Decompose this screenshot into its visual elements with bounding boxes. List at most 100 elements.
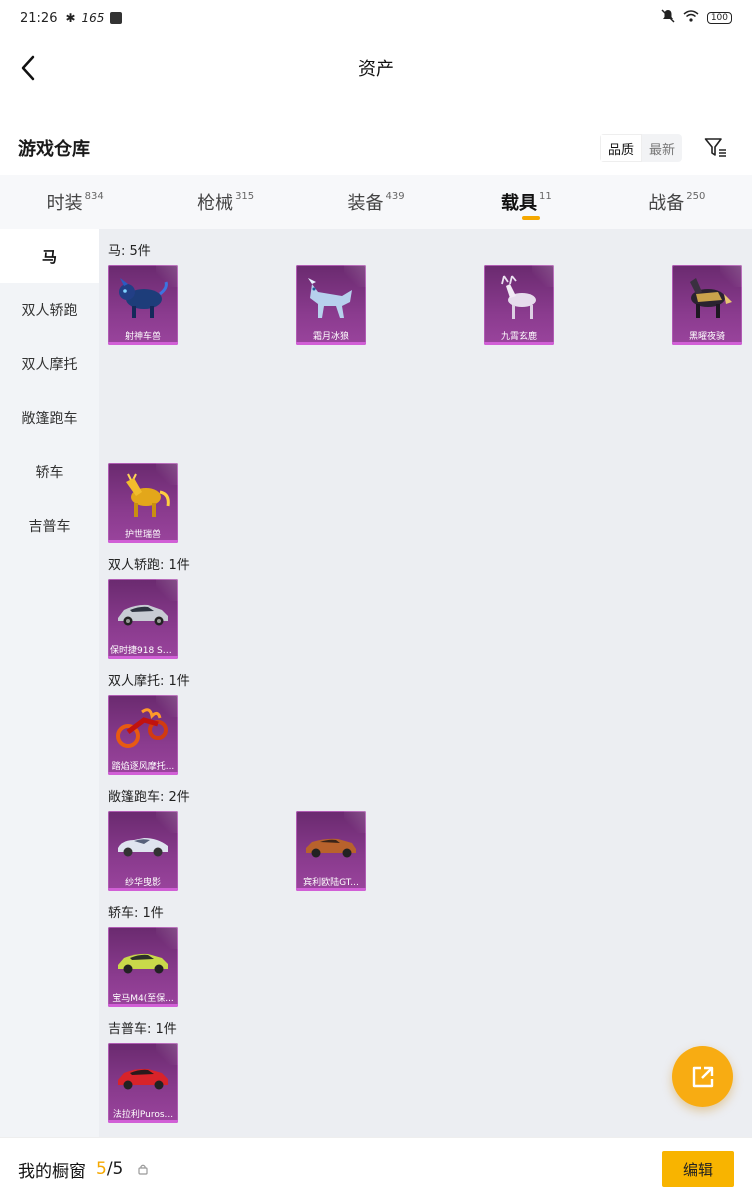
lock-icon xyxy=(137,1163,149,1175)
vehicle-art xyxy=(114,1049,172,1101)
item-card[interactable]: 宾利欧陆GT... xyxy=(296,811,366,891)
item-card[interactable]: 黑曜夜骑 xyxy=(672,265,742,345)
tab-vehicles[interactable]: 载具 11 xyxy=(451,175,601,229)
tab-label: 战备 xyxy=(648,193,685,214)
item-name: 踏焰逐风摩托... xyxy=(111,762,175,772)
mute-icon xyxy=(661,9,675,27)
mount-art xyxy=(114,469,172,521)
back-button[interactable] xyxy=(14,54,42,82)
tab-label: 载具 xyxy=(501,193,538,214)
sort-by-newest[interactable]: 最新 xyxy=(642,134,682,162)
sidebar-item-jeep[interactable]: 吉普车 xyxy=(0,499,99,553)
showcase-count: 5/5 xyxy=(96,1159,123,1179)
item-name: 宾利欧陆GT... xyxy=(303,878,359,888)
tab-count: 11 xyxy=(539,191,552,202)
sidebar-item-two-seat-motorcycle[interactable]: 双人摩托 xyxy=(0,337,99,391)
tab-weapons[interactable]: 枪械 315 xyxy=(150,175,300,229)
page-title: 资产 xyxy=(358,59,394,80)
item-name: 护世瑞兽 xyxy=(124,530,161,540)
status-bar: 21:26 ✱ 165 100 xyxy=(0,0,752,36)
sort-toggle: 品质 最新 xyxy=(599,134,682,162)
item-card[interactable]: 九霄玄鹿 xyxy=(484,265,554,345)
item-name: 法拉利Puros... xyxy=(112,1110,174,1120)
item-name: 射神车兽 xyxy=(124,332,161,342)
refresh-rate-label: 165 xyxy=(81,11,105,25)
app-notification-icon xyxy=(110,12,123,24)
rarity-bar xyxy=(108,540,178,543)
item-name: 保时捷918 Sp... xyxy=(110,646,178,656)
vehicle-art xyxy=(114,817,172,869)
category-tabs: 时装 834 枪械 315 装备 439 载具 11 战备 250 xyxy=(0,175,752,229)
item-card[interactable]: 法拉利Puros... xyxy=(108,1043,178,1123)
rarity-bar xyxy=(108,772,178,775)
tab-count: 315 xyxy=(235,191,255,202)
battery-icon: 100 xyxy=(706,12,732,24)
vehicle-art xyxy=(302,817,360,869)
item-card[interactable]: 踏焰逐风摩托... xyxy=(108,695,178,775)
rarity-bar xyxy=(484,342,554,345)
category-sidebar: 马 双人轿跑 双人摩托 敞篷跑车 轿车 吉普车 xyxy=(0,229,99,1137)
rarity-bar xyxy=(296,342,366,345)
nav-bar: 资产 xyxy=(0,40,752,96)
vehicle-art xyxy=(114,585,172,637)
mount-art xyxy=(678,271,736,323)
tab-count: 250 xyxy=(686,191,706,202)
rarity-bar xyxy=(108,1004,178,1007)
sort-by-quality[interactable]: 品质 xyxy=(599,134,642,162)
item-card[interactable]: 护世瑞兽 xyxy=(108,463,178,543)
sidebar-item-horse[interactable]: 马 xyxy=(0,229,99,283)
group-label-two-seat-coupe: 双人轿跑: 1件 xyxy=(108,558,190,573)
group-label-horse: 马: 5件 xyxy=(108,244,151,259)
filter-icon xyxy=(704,138,726,157)
sidebar-item-convertible[interactable]: 敞篷跑车 xyxy=(0,391,99,445)
status-time: 21:26 xyxy=(20,10,58,26)
mount-art xyxy=(302,271,360,323)
item-card[interactable]: 宝马M4(至保... xyxy=(108,927,178,1007)
rarity-bar xyxy=(108,888,178,891)
mount-art xyxy=(490,271,548,323)
item-name: 九霄玄鹿 xyxy=(500,332,537,342)
vehicle-art xyxy=(114,933,172,985)
showcase-total: /5 xyxy=(106,1159,124,1179)
filter-button[interactable] xyxy=(702,134,730,162)
item-card[interactable]: 保时捷918 Sp... xyxy=(108,579,178,659)
group-label-jeep: 吉普车: 1件 xyxy=(108,1022,177,1037)
share-external-icon xyxy=(692,1066,713,1087)
item-name: 宝马M4(至保... xyxy=(112,994,174,1004)
item-card[interactable]: 射神车兽 xyxy=(108,265,178,345)
item-grid: 马: 5件 射神车兽 霜月冰狼 九霄玄鹿 黑曜夜骑 护世瑞兽 双人轿跑: 1件 … xyxy=(99,229,752,1137)
wifi-icon xyxy=(683,10,699,26)
showcase-title: 我的橱窗 xyxy=(18,1161,86,1182)
fan-icon: ✱ xyxy=(65,11,76,25)
item-name: 黑曜夜骑 xyxy=(688,332,725,342)
sidebar-item-sedan[interactable]: 轿车 xyxy=(0,445,99,499)
rarity-bar xyxy=(108,342,178,345)
item-card[interactable]: 纱华曳影 xyxy=(108,811,178,891)
group-label-convertible: 敞篷跑车: 2件 xyxy=(108,790,190,805)
item-card[interactable]: 霜月冰狼 xyxy=(296,265,366,345)
tab-equipment[interactable]: 装备 439 xyxy=(301,175,451,229)
showcase-bar: 我的橱窗 5/5 编辑 xyxy=(0,1137,752,1200)
section-title: 游戏仓库 xyxy=(18,139,90,160)
tab-label: 装备 xyxy=(347,193,384,214)
rarity-bar xyxy=(296,888,366,891)
tab-battle-supplies[interactable]: 战备 250 xyxy=(602,175,752,229)
tab-fashion[interactable]: 时装 834 xyxy=(0,175,150,229)
tab-count: 834 xyxy=(84,191,104,202)
tab-label: 枪械 xyxy=(197,193,234,214)
vehicle-art xyxy=(114,701,172,753)
group-label-sedan: 轿车: 1件 xyxy=(108,906,164,921)
item-name: 纱华曳影 xyxy=(124,878,161,888)
rarity-bar xyxy=(108,656,178,659)
share-button[interactable] xyxy=(672,1046,733,1107)
tab-count: 439 xyxy=(385,191,405,202)
group-label-two-seat-motorcycle: 双人摩托: 1件 xyxy=(108,674,190,689)
sidebar-item-two-seat-coupe[interactable]: 双人轿跑 xyxy=(0,283,99,337)
showcase-current: 5 xyxy=(96,1159,107,1179)
section-header: 游戏仓库 品质 最新 xyxy=(0,126,752,170)
rarity-bar xyxy=(108,1120,178,1123)
rarity-bar xyxy=(672,342,742,345)
mount-art xyxy=(114,271,172,323)
edit-button[interactable]: 编辑 xyxy=(662,1151,734,1187)
tab-label: 时装 xyxy=(46,193,83,214)
